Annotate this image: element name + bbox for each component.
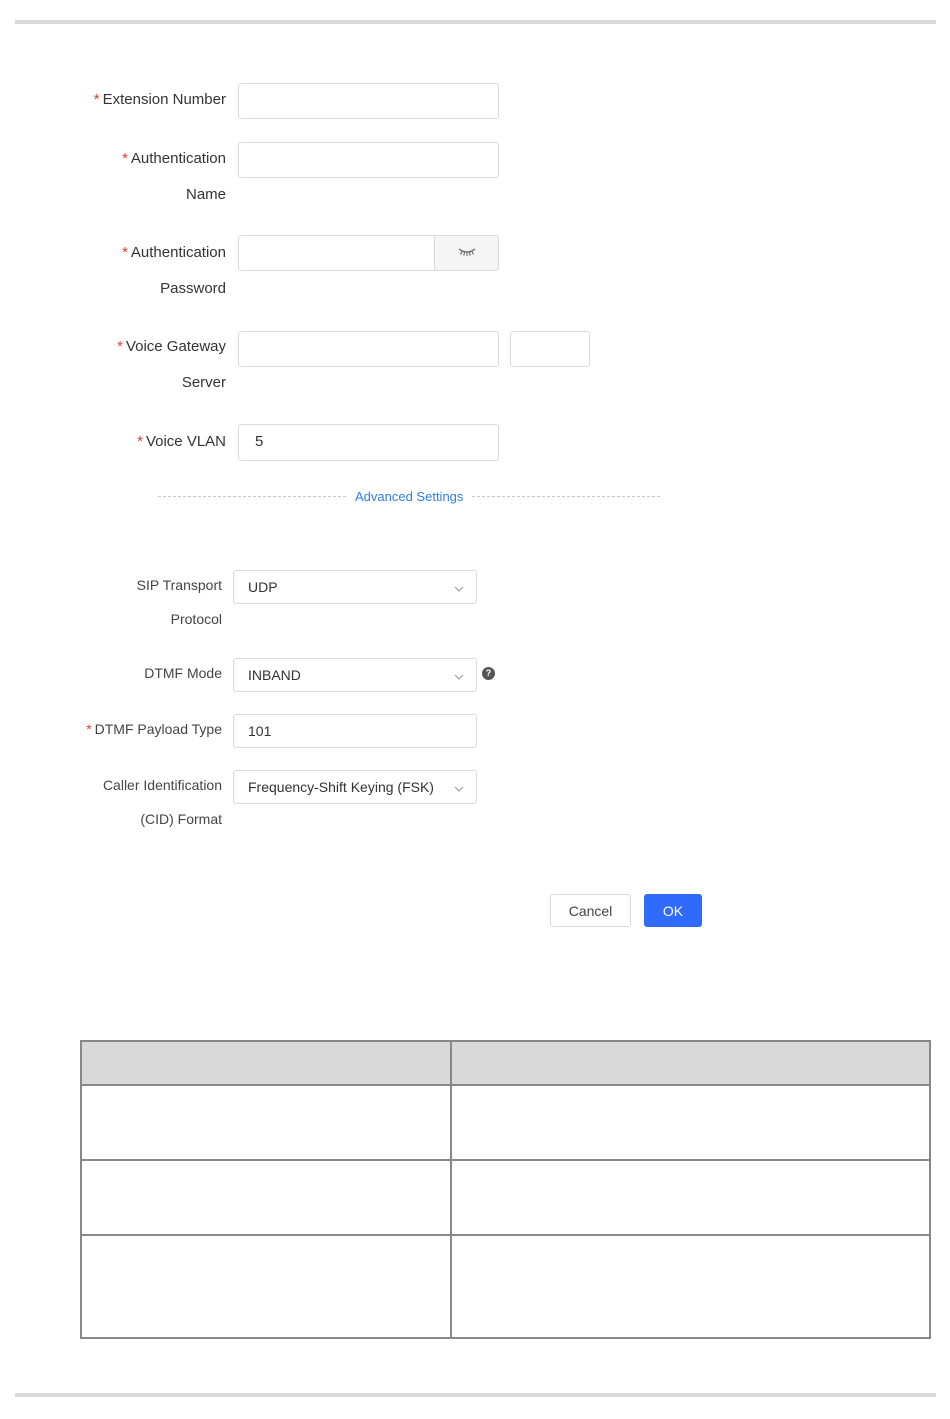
extension-number-input[interactable] [238, 83, 499, 119]
ok-button[interactable]: OK [644, 894, 702, 927]
page-bottom-rule [15, 1393, 936, 1397]
dtmf-payload-input[interactable]: 101 [233, 714, 477, 748]
cid-format-label: Caller Identification [102, 777, 222, 793]
auth-name-label-line2: Name [185, 186, 226, 203]
sip-transport-select[interactable]: UDP [233, 570, 477, 604]
extension-number-label: * Extension Number [93, 91, 226, 108]
table-cell [450, 1159, 931, 1236]
chevron-down-icon [454, 659, 464, 691]
chevron-down-icon [454, 771, 464, 803]
dtmf-mode-select[interactable]: INBAND [233, 658, 477, 692]
cancel-button[interactable]: Cancel [550, 894, 631, 927]
table-cell [450, 1084, 931, 1161]
page-top-rule [15, 20, 936, 24]
voice-gateway-port-input[interactable] [510, 331, 590, 367]
table-header-row [80, 1040, 931, 1086]
auth-name-label: * Authentication [122, 150, 226, 167]
dtmf-payload-label: * DTMF Payload Type [86, 721, 222, 737]
dtmf-mode-value: INBAND [248, 667, 301, 683]
table-header-cell [80, 1040, 452, 1086]
voice-vlan-input[interactable]: 5 [238, 424, 499, 461]
auth-password-label-line2: Password [160, 280, 226, 297]
cid-format-label-line2: (CID) Format [140, 811, 222, 827]
voice-gateway-address-input[interactable] [238, 331, 499, 367]
advanced-settings-toggle[interactable]: Advanced Settings [355, 488, 463, 506]
auth-name-input[interactable] [238, 142, 499, 178]
cid-format-select[interactable]: Frequency-Shift Keying (FSK) [233, 770, 477, 804]
auth-password-label: * Authentication [122, 244, 226, 261]
voice-vlan-label: * Voice VLAN [137, 433, 226, 450]
parameter-table [80, 1040, 931, 1339]
table-row [80, 1159, 931, 1236]
table-row [80, 1084, 931, 1161]
sip-transport-value: UDP [248, 579, 278, 595]
table-cell [450, 1234, 931, 1339]
voice-gateway-label: * Voice Gateway [117, 338, 226, 355]
table-row [80, 1234, 931, 1339]
eye-closed-icon [458, 244, 476, 262]
auth-password-input[interactable] [238, 235, 435, 271]
advanced-divider-left [158, 496, 346, 497]
sip-transport-label-line2: Protocol [170, 611, 222, 627]
sip-transport-label: SIP Transport [136, 577, 222, 593]
cid-format-value: Frequency-Shift Keying (FSK) [248, 779, 434, 795]
chevron-down-icon [454, 571, 464, 603]
password-visibility-toggle[interactable] [435, 235, 499, 271]
table-cell [80, 1159, 452, 1236]
table-header-cell [450, 1040, 931, 1086]
dtmf-mode-label: DTMF Mode [144, 665, 222, 681]
table-cell [80, 1084, 452, 1161]
voice-gateway-label-line2: Server [181, 374, 226, 391]
advanced-divider-right [472, 496, 660, 497]
question-circle-icon[interactable]: ? [482, 667, 495, 680]
table-cell [80, 1234, 452, 1339]
